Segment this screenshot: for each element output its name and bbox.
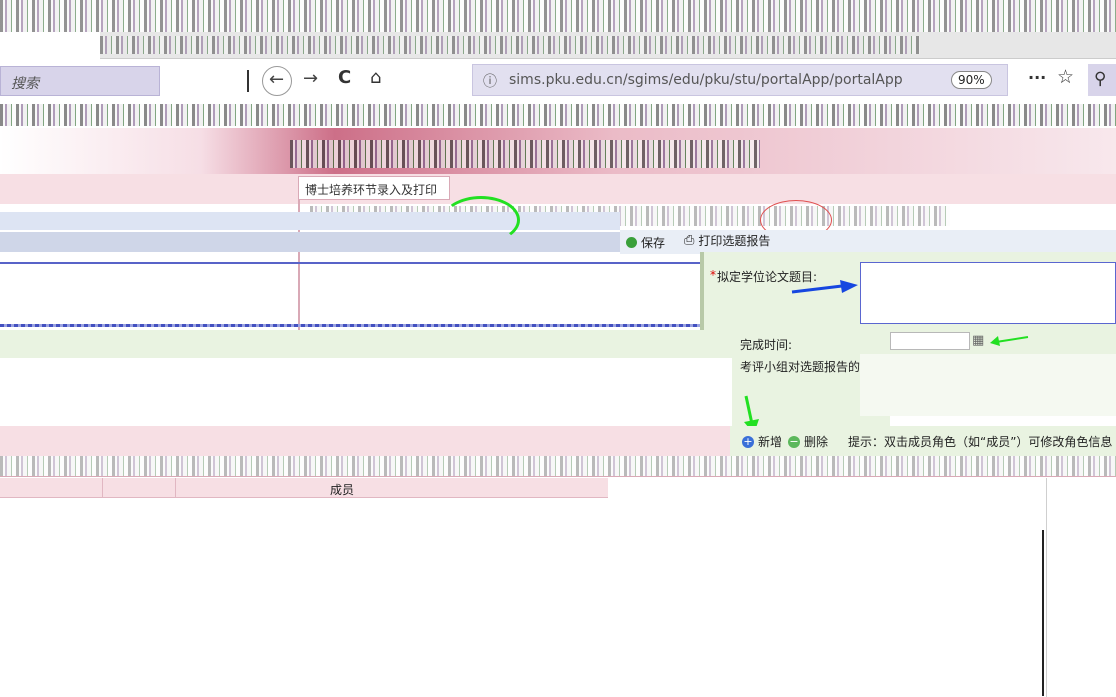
member-pink-band — [0, 426, 730, 456]
bookmarks-bar — [0, 104, 1116, 126]
table-row[interactable]: 成员 — [0, 478, 608, 498]
green-annotation-circle — [442, 196, 520, 244]
thesis-title-input[interactable] — [860, 262, 1116, 324]
review-opinion-box[interactable] — [860, 354, 1116, 416]
info-icon: ⓘ — [483, 74, 497, 90]
minus-icon: − — [788, 434, 800, 448]
zoom-badge[interactable]: 90% — [951, 71, 992, 89]
address-bar[interactable]: ⓘ sims.pku.edu.cn/sgims/edu/pku/stu/port… — [472, 64, 1008, 96]
content-pink-band — [0, 174, 1116, 204]
calendar-icon[interactable]: ▦ — [972, 333, 984, 348]
print-label: 打印选题报告 — [698, 234, 771, 248]
forward-button[interactable]: → — [303, 68, 318, 89]
completion-time-input[interactable] — [890, 332, 970, 350]
tab-main-label: 博士培养环节录入及打印 — [305, 183, 438, 197]
content-separator — [0, 324, 700, 327]
blue-band — [0, 212, 620, 230]
save-icon — [626, 237, 637, 248]
search-toolbar-button[interactable]: ⚲ — [1088, 64, 1116, 96]
scrollbar-track[interactable] — [1042, 530, 1044, 696]
more-menu-icon[interactable]: ··· — [1028, 68, 1046, 87]
tab-strip-noise — [100, 36, 920, 54]
search-input[interactable]: 搜索 — [11, 73, 39, 93]
header-separator — [0, 262, 700, 264]
delete-member-button[interactable]: − 删除 — [788, 433, 828, 450]
window-title-strip — [0, 0, 1116, 32]
back-arrow-icon: ← — [269, 69, 285, 90]
search-icon: ⚲ — [1094, 69, 1107, 89]
print-button[interactable]: ⎙ 打印选题报告 — [684, 232, 770, 249]
search-box[interactable]: 搜索 — [0, 66, 160, 96]
add-member-button[interactable]: + 新增 — [742, 433, 782, 450]
completion-time-label: 完成时间: — [740, 338, 793, 352]
panel-right-edge — [1046, 478, 1047, 697]
star-icon[interactable]: ☆ — [1057, 66, 1074, 88]
green-arrow-annotation-small — [990, 336, 1029, 346]
back-button[interactable]: ← — [262, 66, 292, 96]
blue-arrow-annotation — [791, 280, 858, 294]
site-logo — [290, 140, 760, 168]
thesis-title-required-mark: * — [710, 268, 716, 282]
save-label: 保存 — [641, 236, 666, 250]
blue-band-lower — [0, 232, 620, 252]
member-hint: 提示：双击成员角色（如“成员”）可修改角色信息 — [848, 435, 1113, 449]
reload-icon[interactable]: C — [338, 67, 351, 88]
member-table-header — [0, 456, 1116, 476]
row-cell-divider-2 — [175, 478, 176, 498]
plus-icon: + — [742, 434, 754, 448]
add-member-label: 新增 — [758, 435, 783, 449]
delete-member-label: 删除 — [804, 435, 829, 449]
tab-main[interactable]: 博士培养环节录入及打印 — [298, 176, 450, 200]
url-text[interactable]: sims.pku.edu.cn/sgims/edu/pku/stu/portal… — [509, 72, 914, 88]
printer-icon: ⎙ — [684, 233, 695, 248]
row-cell-divider-1 — [102, 478, 103, 498]
home-icon[interactable]: ⌂ — [370, 67, 381, 88]
member-table-header-line — [0, 476, 1116, 477]
member-role-cell[interactable]: 成员 — [330, 481, 354, 498]
nav-divider — [247, 70, 249, 92]
save-button[interactable]: 保存 — [626, 234, 665, 251]
